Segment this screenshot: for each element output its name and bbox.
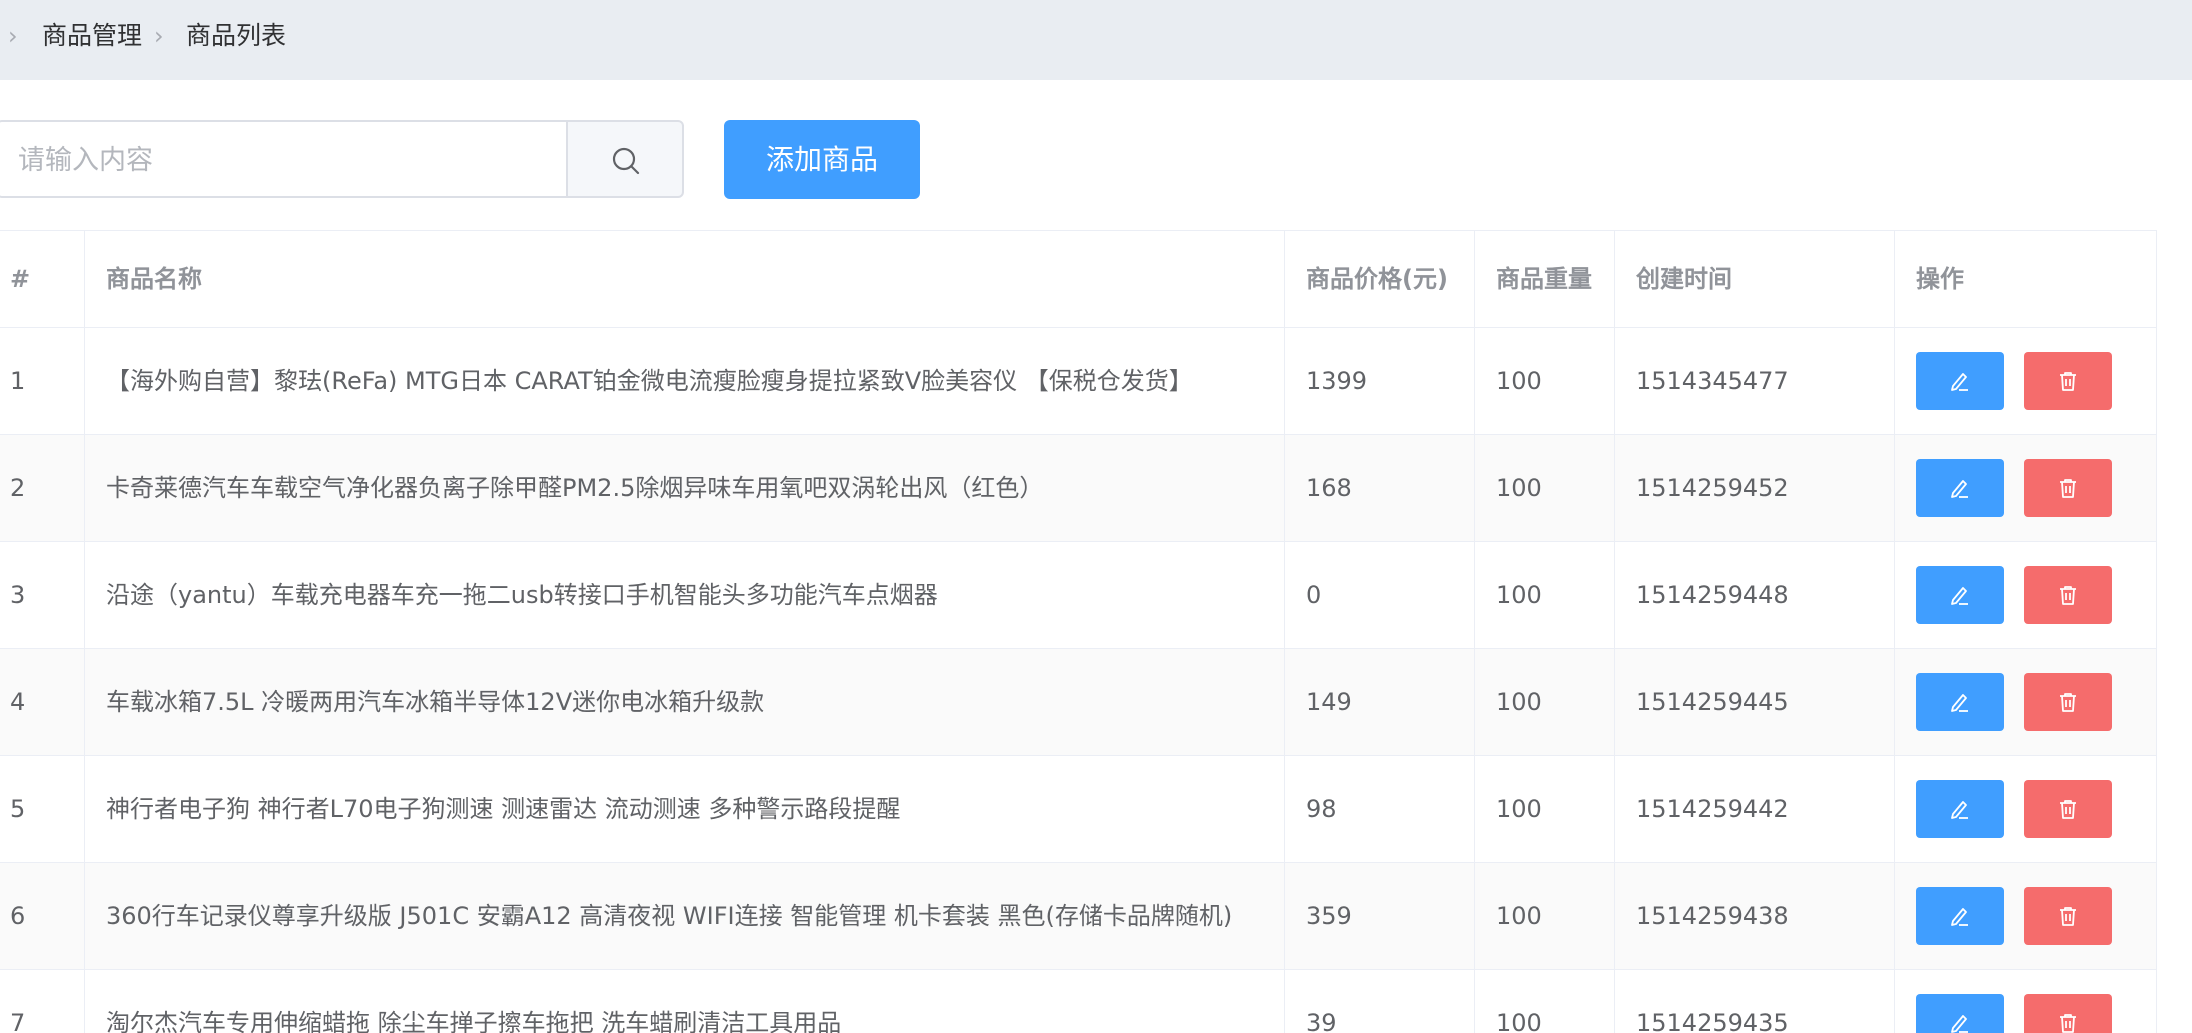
cell-index: 7 [10, 1009, 26, 1033]
cell-name: 沿途（yantu）车载充电器车充一拖二usb转接口手机智能头多功能汽车点烟器 [106, 581, 938, 609]
cell-price: 168 [1306, 474, 1352, 502]
table-header-row: # 商品名称 商品价格(元) 商品重量 创建时间 操作 [0, 231, 2156, 328]
edit-icon [1951, 480, 1968, 498]
cell-weight: 100 [1496, 581, 1542, 609]
cell-name: 神行者电子狗 神行者L70电子狗测速 测速雷达 流动测速 多种警示路段提醒 [106, 795, 901, 823]
delete-button[interactable] [2024, 673, 2112, 731]
edit-button[interactable] [1916, 994, 2004, 1033]
delete-icon [2060, 372, 2076, 391]
cell-name: 淘尔杰汽车专用伸缩蜡拖 除尘车掸子擦车拖把 洗车蜡刷清洁工具用品 [106, 1009, 842, 1033]
chevron-right-icon: › [8, 22, 18, 50]
delete-icon [2060, 586, 2076, 605]
cell-price: 39 [1306, 1009, 1337, 1033]
delete-button[interactable] [2024, 566, 2112, 624]
edit-button[interactable] [1916, 673, 2004, 731]
chevron-right-icon: › [154, 22, 164, 50]
column-header-created: 创建时间 [1636, 265, 1732, 293]
column-divider [1614, 231, 1615, 1033]
search-input[interactable] [16, 122, 560, 198]
cell-index: 2 [10, 474, 26, 502]
cell-created: 1514259435 [1636, 1009, 1789, 1033]
delete-button[interactable] [2024, 887, 2112, 945]
cell-created: 1514345477 [1636, 367, 1789, 395]
edit-icon [1951, 1015, 1968, 1033]
edit-icon [1951, 373, 1968, 391]
cell-index: 5 [10, 795, 26, 823]
table-row: 3 沿途（yantu）车载充电器车充一拖二usb转接口手机智能头多功能汽车点烟器… [0, 542, 2156, 649]
cell-weight: 100 [1496, 474, 1542, 502]
edit-icon [1951, 694, 1968, 712]
column-divider [84, 231, 85, 1033]
column-divider [1284, 231, 1285, 1033]
cell-created: 1514259448 [1636, 581, 1789, 609]
table-row: 1 【海外购自营】黎珐(ReFa) MTG日本 CARAT铂金微电流瘦脸瘦身提拉… [0, 328, 2156, 435]
cell-name: 360行车记录仪尊享升级版 J501C 安霸A12 高清夜视 WIFI连接 智能… [106, 902, 1233, 930]
column-divider [1474, 231, 1475, 1033]
breadcrumb-item-product-list: 商品列表 [186, 21, 287, 50]
delete-button[interactable] [2024, 994, 2112, 1033]
cell-name: 【海外购自营】黎珐(ReFa) MTG日本 CARAT铂金微电流瘦脸瘦身提拉紧致… [106, 367, 1193, 395]
delete-icon [2060, 800, 2076, 819]
column-header-price: 商品价格(元) [1306, 265, 1448, 293]
cell-created: 1514259452 [1636, 474, 1789, 502]
table-row: 5 神行者电子狗 神行者L70电子狗测速 测速雷达 流动测速 多种警示路段提醒 … [0, 756, 2156, 863]
product-table: # 商品名称 商品价格(元) 商品重量 创建时间 操作 1 【海外购自营】黎珐(… [0, 230, 2157, 1033]
cell-index: 4 [10, 688, 26, 716]
delete-icon [2060, 693, 2076, 712]
edit-icon [1951, 908, 1968, 926]
column-header-actions: 操作 [1916, 265, 1964, 293]
delete-button[interactable] [2024, 780, 2112, 838]
edit-button[interactable] [1916, 566, 2004, 624]
edit-button[interactable] [1916, 780, 2004, 838]
cell-price: 0 [1306, 581, 1322, 609]
table-row: 6 360行车记录仪尊享升级版 J501C 安霸A12 高清夜视 WIFI连接 … [0, 863, 2156, 970]
edit-button[interactable] [1916, 459, 2004, 517]
cell-weight: 100 [1496, 688, 1542, 716]
edit-icon [1951, 587, 1968, 605]
add-product-button[interactable]: 添加商品 [724, 120, 920, 199]
column-header-name: 商品名称 [106, 265, 202, 293]
cell-price: 98 [1306, 795, 1337, 823]
cell-price: 1399 [1306, 367, 1368, 395]
table-row: 7 淘尔杰汽车专用伸缩蜡拖 除尘车掸子擦车拖把 洗车蜡刷清洁工具用品 39 10… [0, 970, 2156, 1033]
column-header-weight: 商品重量 [1496, 265, 1592, 293]
search-button[interactable] [568, 120, 684, 198]
cell-index: 1 [10, 367, 26, 395]
column-divider [1894, 231, 1895, 1033]
table-row: 4 车载冰箱7.5L 冷暖两用汽车冰箱半导体12V迷你电冰箱升级款 149 10… [0, 649, 2156, 756]
edit-button[interactable] [1916, 887, 2004, 945]
delete-button[interactable] [2024, 459, 2112, 517]
edit-button[interactable] [1916, 352, 2004, 410]
delete-icon [2060, 1014, 2076, 1033]
cell-created: 1514259445 [1636, 688, 1789, 716]
delete-icon [2060, 907, 2076, 926]
cell-index: 3 [10, 581, 26, 609]
edit-icon [1951, 801, 1968, 819]
cell-index: 6 [10, 902, 26, 930]
cell-created: 1514259442 [1636, 795, 1789, 823]
cell-weight: 100 [1496, 367, 1542, 395]
cell-name: 卡奇莱德汽车车载空气净化器负离子除甲醛PM2.5除烟异味车用氧吧双涡轮出风（红色… [106, 474, 1044, 502]
table-row: 2 卡奇莱德汽车车载空气净化器负离子除甲醛PM2.5除烟异味车用氧吧双涡轮出风（… [0, 435, 2156, 542]
search-icon [612, 147, 640, 175]
delete-icon [2060, 479, 2076, 498]
cell-weight: 100 [1496, 902, 1542, 930]
column-header-index: # [10, 265, 31, 293]
cell-created: 1514259438 [1636, 902, 1789, 930]
search-field [0, 120, 568, 198]
delete-button[interactable] [2024, 352, 2112, 410]
cell-weight: 100 [1496, 1009, 1542, 1033]
cell-weight: 100 [1496, 795, 1542, 823]
breadcrumb-item-product-management[interactable]: 商品管理 [42, 20, 142, 52]
cell-price: 149 [1306, 688, 1352, 716]
cell-name: 车载冰箱7.5L 冷暖两用汽车冰箱半导体12V迷你电冰箱升级款 [106, 688, 765, 716]
breadcrumb-bar: › 商品管理 › 商品列表 [0, 0, 2192, 80]
cell-price: 359 [1306, 902, 1352, 930]
